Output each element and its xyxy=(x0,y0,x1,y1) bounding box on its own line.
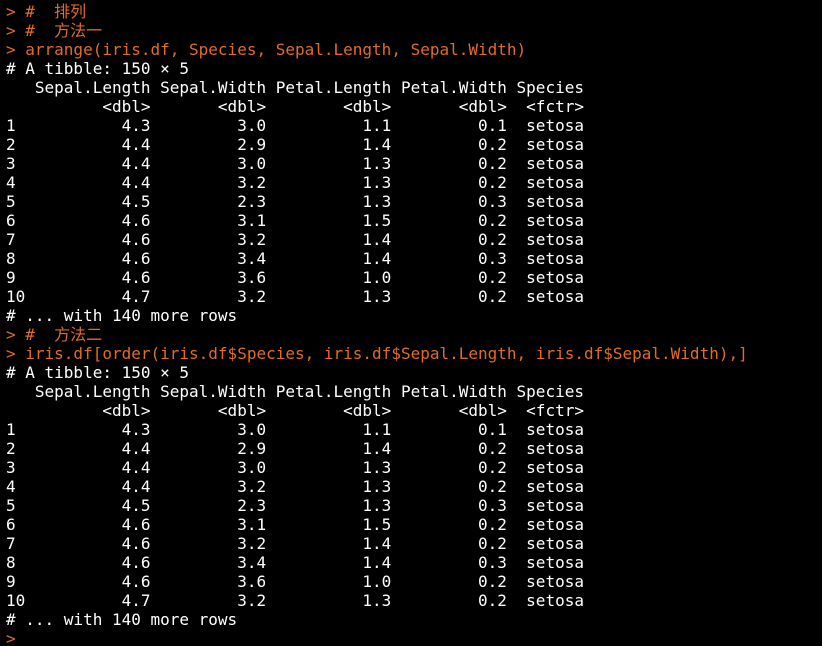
console-output-line: # ... with 140 more rows xyxy=(6,610,238,629)
console-output-line: 7 4.6 3.2 1.4 0.2 setosa xyxy=(6,534,584,553)
console-command-line: > xyxy=(6,629,16,646)
console-output-line: 3 4.4 3.0 1.3 0.2 setosa xyxy=(6,458,584,477)
console-output-line: Sepal.Length Sepal.Width Petal.Length Pe… xyxy=(6,382,584,401)
r-console[interactable]: > # 排列 > # 方法一 > arrange(iris.df, Species,… xyxy=(0,0,822,646)
console-output-line: 1 4.3 3.0 1.1 0.1 setosa xyxy=(6,420,584,439)
console-output-line: 5 4.5 2.3 1.3 0.3 setosa xyxy=(6,496,584,515)
console-output-line: # ... with 140 more rows xyxy=(6,306,238,325)
console-output-line: 9 4.6 3.6 1.0 0.2 setosa xyxy=(6,572,584,591)
console-output-line: 9 4.6 3.6 1.0 0.2 setosa xyxy=(6,268,584,287)
console-output-line: Sepal.Length Sepal.Width Petal.Length Pe… xyxy=(6,78,584,97)
console-command-line: > # 排列 xyxy=(6,2,87,21)
console-output-line: 1 4.3 3.0 1.1 0.1 setosa xyxy=(6,116,584,135)
console-output-line: 6 4.6 3.1 1.5 0.2 setosa xyxy=(6,211,584,230)
console-command-line: > # 方法一 xyxy=(6,21,103,40)
console-output-line: 8 4.6 3.4 1.4 0.3 setosa xyxy=(6,553,584,572)
console-output-line: 10 4.7 3.2 1.3 0.2 setosa xyxy=(6,287,584,306)
console-output-line: <dbl> <dbl> <dbl> <dbl> <fctr> xyxy=(6,97,584,116)
console-command-line: > # 方法二 xyxy=(6,325,103,344)
console-output-line: 10 4.7 3.2 1.3 0.2 setosa xyxy=(6,591,584,610)
console-output-line: 6 4.6 3.1 1.5 0.2 setosa xyxy=(6,515,584,534)
console-output-line: 2 4.4 2.9 1.4 0.2 setosa xyxy=(6,439,584,458)
console-output-line: 2 4.4 2.9 1.4 0.2 setosa xyxy=(6,135,584,154)
console-output-line: 5 4.5 2.3 1.3 0.3 setosa xyxy=(6,192,584,211)
console-command-line: > arrange(iris.df, Species, Sepal.Length… xyxy=(6,40,527,59)
console-output-line: 7 4.6 3.2 1.4 0.2 setosa xyxy=(6,230,584,249)
console-output-line: 8 4.6 3.4 1.4 0.3 setosa xyxy=(6,249,584,268)
console-output-line: 4 4.4 3.2 1.3 0.2 setosa xyxy=(6,477,584,496)
console-command-line: > iris.df[order(iris.df$Species, iris.df… xyxy=(6,344,748,363)
console-output-line: 3 4.4 3.0 1.3 0.2 setosa xyxy=(6,154,584,173)
console-output-line: # A tibble: 150 × 5 xyxy=(6,363,190,382)
console-output-line: <dbl> <dbl> <dbl> <dbl> <fctr> xyxy=(6,401,584,420)
console-output-line: 4 4.4 3.2 1.3 0.2 setosa xyxy=(6,173,584,192)
console-output-line: # A tibble: 150 × 5 xyxy=(6,59,190,78)
